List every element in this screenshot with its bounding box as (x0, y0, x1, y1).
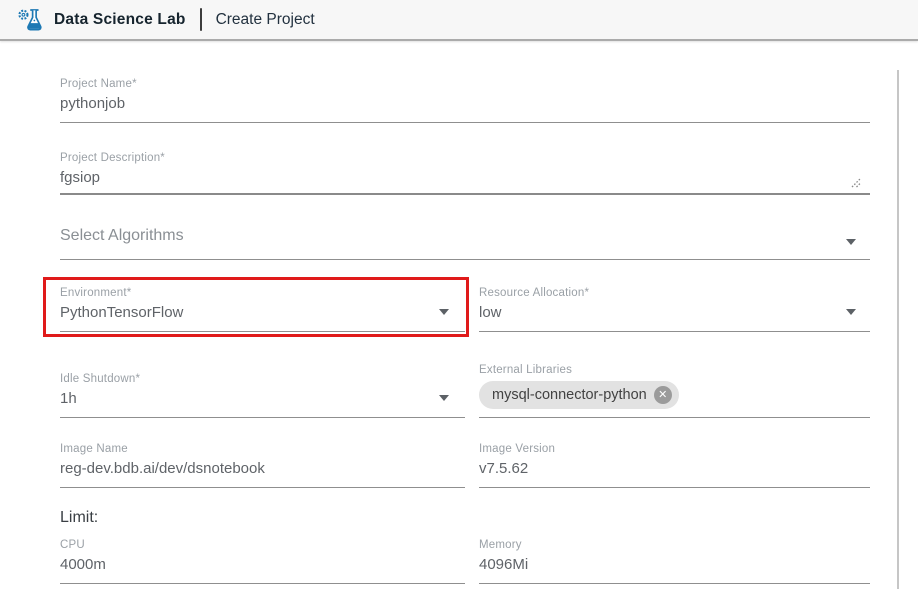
chip-remove-icon[interactable]: ✕ (654, 386, 672, 404)
image-version-label: Image Version (479, 442, 870, 456)
app-header: Data Science Lab Create Project (0, 0, 918, 41)
idle-shutdown-value[interactable]: 1h (60, 389, 465, 417)
header-divider (200, 8, 202, 31)
library-chip-label: mysql-connector-python (492, 387, 647, 403)
memory-field[interactable]: Memory 4096Mi (479, 538, 870, 584)
textarea-resize-handle-icon[interactable] (850, 175, 862, 187)
image-name-input[interactable]: reg-dev.bdb.ai/dev/dsnotebook (60, 459, 465, 487)
project-description-label: Project Description* (60, 151, 870, 165)
chevron-down-icon[interactable] (439, 395, 449, 401)
data-science-lab-logo-icon (15, 5, 45, 35)
image-version-input[interactable]: v7.5.62 (479, 459, 870, 487)
environment-value[interactable]: PythonTensorFlow (60, 303, 465, 331)
chevron-down-icon[interactable] (439, 309, 449, 315)
project-name-field[interactable]: Project Name* pythonjob (60, 77, 870, 123)
library-chip: mysql-connector-python ✕ (479, 381, 679, 409)
cpu-input[interactable]: 4000m (60, 555, 465, 583)
cpu-field[interactable]: CPU 4000m (60, 538, 465, 584)
image-name-field[interactable]: Image Name reg-dev.bdb.ai/dev/dsnotebook (60, 442, 465, 488)
chevron-down-icon[interactable] (846, 309, 856, 315)
external-libraries-label: External Libraries (479, 363, 870, 377)
external-libraries-chip-row: mysql-connector-python ✕ (479, 381, 870, 417)
create-project-form: Project Name* pythonjob Project Descript… (0, 41, 918, 584)
limit-heading: Limit: (60, 508, 870, 528)
resource-allocation-dropdown[interactable]: Resource Allocation* low (479, 286, 870, 332)
memory-input[interactable]: 4096Mi (479, 555, 870, 583)
cpu-label: CPU (60, 538, 465, 552)
idle-shutdown-label: Idle Shutdown* (60, 372, 465, 386)
environment-dropdown[interactable]: Environment* PythonTensorFlow (60, 286, 465, 332)
project-description-field[interactable]: Project Description* fgsiop (60, 151, 870, 195)
select-algorithms-dropdown[interactable]: Select Algorithms (60, 219, 870, 260)
chevron-down-icon[interactable] (846, 239, 856, 245)
environment-label: Environment* (60, 286, 465, 300)
page-title: Create Project (216, 11, 315, 29)
project-name-input[interactable]: pythonjob (60, 94, 870, 122)
memory-label: Memory (479, 538, 870, 552)
project-description-input[interactable]: fgsiop (60, 168, 870, 193)
resource-allocation-value[interactable]: low (479, 303, 870, 331)
image-name-label: Image Name (60, 442, 465, 456)
vertical-scrollbar[interactable] (897, 70, 899, 589)
app-title: Data Science Lab (54, 11, 186, 29)
select-algorithms-placeholder: Select Algorithms (60, 225, 870, 247)
image-version-field[interactable]: Image Version v7.5.62 (479, 442, 870, 488)
idle-shutdown-dropdown[interactable]: Idle Shutdown* 1h (60, 372, 465, 418)
project-name-label: Project Name* (60, 77, 870, 91)
external-libraries-field[interactable]: External Libraries mysql-connector-pytho… (479, 363, 870, 418)
resource-allocation-label: Resource Allocation* (479, 286, 870, 300)
